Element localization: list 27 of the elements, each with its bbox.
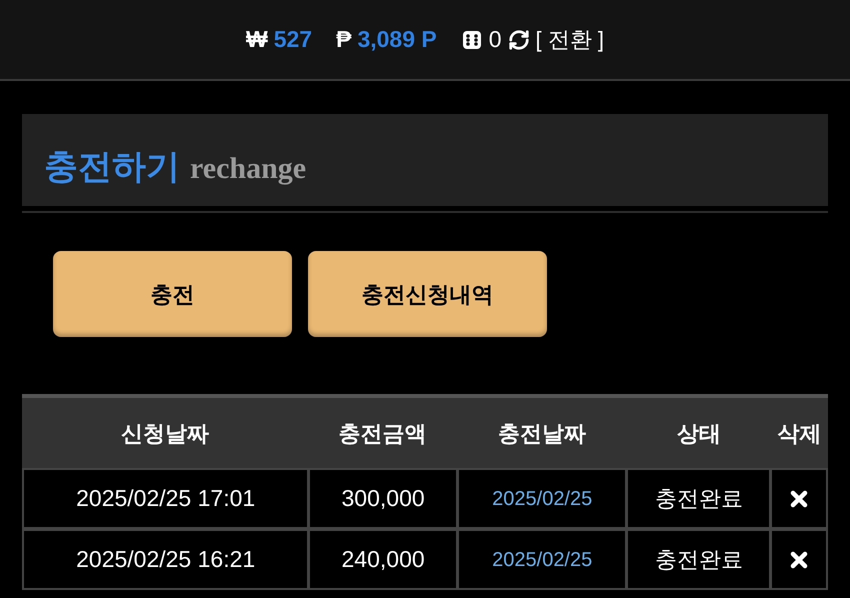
action-button[interactable]: 충전 [53, 251, 292, 337]
point-balance: 3,089 P [357, 25, 437, 54]
column-header: 충전금액 [338, 420, 428, 448]
delete-icon[interactable] [790, 490, 808, 508]
table-cell: 2025/02/25 [458, 531, 626, 588]
delete-icon[interactable] [790, 550, 808, 568]
table-cell: 충전완료 [628, 531, 770, 588]
action-button[interactable]: 충전신청내역 [308, 251, 547, 337]
table-cell: 300,000 [310, 470, 456, 527]
column-header: 상태 [676, 420, 722, 448]
table-cell: 2025/02/25 17:01 [24, 470, 308, 527]
column-header: 삭제 [776, 420, 822, 448]
table-cell: 충전완료 [628, 470, 770, 527]
dice-count: 0 [488, 25, 502, 54]
table-cell: 2025/02/25 [458, 470, 626, 527]
won-balance: 527 [274, 25, 312, 54]
table-cell: 2025/02/25 16:21 [24, 531, 308, 588]
panel-subtitle: rechange [190, 154, 306, 184]
column-header: 충전날짜 [497, 420, 587, 448]
dice-icon [460, 28, 483, 50]
table-cell: 240,000 [310, 531, 456, 588]
column-header: 신청날짜 [120, 420, 210, 448]
refresh-icon[interactable] [508, 28, 530, 50]
won-symbol: ₩ [246, 25, 268, 54]
panel-title: 충전하기 [44, 150, 180, 184]
switch-link[interactable]: [ 전환 ] [536, 23, 604, 56]
point-symbol: ₱ [336, 25, 352, 54]
